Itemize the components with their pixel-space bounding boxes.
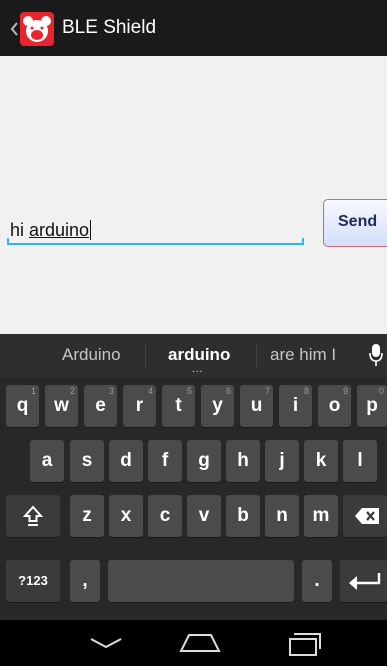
key-label: n [276,505,288,526]
key-label: x [120,505,132,526]
key-label: h [237,450,249,471]
app-title: BLE Shield [62,17,157,38]
key-label: k [315,450,327,471]
key-h[interactable]: h [226,440,260,482]
composing-text: arduino [29,220,90,240]
key-a[interactable]: a [30,440,64,482]
key-label: f [161,450,169,471]
nav-back-icon[interactable] [88,631,124,655]
key-g[interactable]: g [187,440,221,482]
key-label: . [314,570,320,591]
suggestion-divider [256,344,257,368]
key-y[interactable]: 6y [201,385,234,427]
key-n[interactable]: n [265,495,299,537]
key-label: v [198,505,210,526]
key-w[interactable]: 2w [45,385,78,427]
key-b[interactable]: b [226,495,260,537]
key-r[interactable]: 4r [123,385,156,427]
enter-key[interactable] [340,560,387,602]
nav-home-icon[interactable] [179,631,221,655]
key-label: e [95,395,106,416]
key-l[interactable]: l [343,440,377,482]
shift-key[interactable] [6,495,60,537]
key-label: t [175,395,182,416]
backspace-key[interactable] [343,495,387,537]
key-label: y [212,395,223,416]
key-label: u [250,395,263,416]
message-plain-text: hi [10,220,30,240]
key-e[interactable]: 3e [84,385,117,427]
more-suggestions-indicator: ... [192,364,204,375]
key-t[interactable]: 5t [162,385,195,427]
shift-icon [23,505,43,526]
mic-icon[interactable] [369,343,383,367]
key-o[interactable]: 9o [318,385,351,427]
key-c[interactable]: c [148,495,182,537]
key-f[interactable]: f [148,440,182,482]
suggestion-strip: Arduino arduino ... are him I [0,334,387,378]
key-d[interactable]: d [109,440,143,482]
input-underline [7,243,304,245]
text-cursor [90,220,92,240]
key-s[interactable]: s [70,440,104,482]
key-label: g [198,450,210,471]
key-label: j [279,450,285,471]
nav-recents-icon[interactable] [288,631,322,657]
comma-key[interactable]: , [70,560,100,602]
backspace-icon [355,508,379,524]
message-input[interactable]: hi arduino [7,216,304,246]
key-p[interactable]: 0p [357,385,387,427]
key-k[interactable]: k [304,440,338,482]
key-label: w [54,395,69,416]
suggestion-divider [145,344,146,368]
key-label: o [328,395,341,416]
input-underline-left-tick [7,238,9,245]
space-key[interactable] [108,560,294,602]
suggestion-left[interactable]: Arduino [62,345,121,365]
key-z[interactable]: z [70,495,104,537]
send-button[interactable]: Send [323,199,387,247]
key-label: q [16,395,29,416]
bear-logo-icon[interactable] [20,12,54,46]
period-key[interactable]: . [302,560,332,602]
key-label: m [312,505,330,526]
key-label: b [237,505,249,526]
enter-icon [349,573,381,590]
key-label: , [82,570,88,591]
message-text: hi arduino [10,220,92,241]
soft-keyboard: Arduino arduino ... are him I 1q 2w 3e 4… [0,334,387,620]
key-label: r [135,395,144,416]
key-label: s [81,450,93,471]
key-x[interactable]: x [109,495,143,537]
key-label: i [292,395,299,416]
key-label: ?123 [18,573,48,588]
key-label: z [82,505,92,526]
key-q[interactable]: 1q [6,385,39,427]
back-chevron-icon[interactable] [9,21,19,37]
suggestion-right[interactable]: are him I [270,345,336,365]
suggestion-center[interactable]: arduino [168,345,230,365]
key-label: d [120,450,132,471]
key-label: a [41,450,53,471]
key-m[interactable]: m [304,495,338,537]
key-v[interactable]: v [187,495,221,537]
key-label: p [366,395,378,416]
send-button-label: Send [338,213,378,230]
key-label: c [159,505,171,526]
key-u[interactable]: 7u [240,385,273,427]
input-underline-right-tick [302,238,304,245]
key-i[interactable]: 8i [279,385,312,427]
key-label: l [357,450,363,471]
symbols-key[interactable]: ?123 [6,560,60,602]
action-bar: BLE Shield [0,0,387,56]
navigation-bar [0,620,387,666]
key-j[interactable]: j [265,440,299,482]
main-content: hi arduino Send [0,56,387,334]
